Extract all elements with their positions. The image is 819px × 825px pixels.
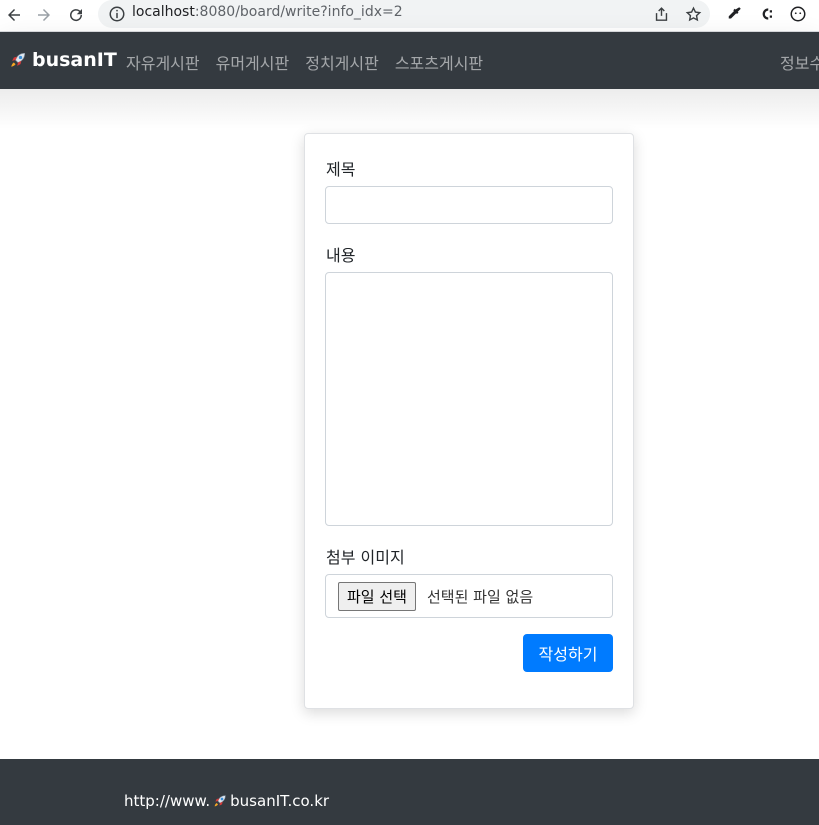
footer-url-suffix: busanIT.co.kr <box>230 792 330 810</box>
rocket-icon <box>214 795 226 807</box>
brand-logo[interactable]: busanIT <box>8 49 117 71</box>
site-info-icon[interactable] <box>108 5 126 23</box>
content-textarea[interactable] <box>325 272 613 526</box>
image-file-input[interactable]: 파일 선택 선택된 파일 없음 <box>325 574 613 618</box>
brand-text: busanIT <box>32 49 117 71</box>
menu-politics-board[interactable]: 정치게시판 <box>305 50 379 74</box>
navbar-shadow <box>0 89 819 129</box>
title-input[interactable] <box>325 186 613 224</box>
file-status-text: 선택된 파일 없음 <box>427 588 534 606</box>
share-icon[interactable] <box>650 3 672 25</box>
browser-toolbar: localhost:8080/board/write?info_idx=2 <box>0 0 819 32</box>
extension-icon[interactable] <box>755 3 777 25</box>
site-navbar: busanIT 자유게시판 유머게시판 정치게시판 스포츠게시판 정보수 <box>0 32 819 89</box>
eyedropper-icon[interactable] <box>723 3 745 25</box>
title-label: 제목 <box>326 160 356 179</box>
footer-url-prefix: http://www. <box>124 792 211 810</box>
reload-icon[interactable] <box>64 3 88 27</box>
address-bar[interactable]: localhost:8080/board/write?info_idx=2 <box>98 0 710 28</box>
submit-button[interactable]: 작성하기 <box>523 634 613 672</box>
site-footer: http://www. busanIT.co.kr <box>0 759 819 825</box>
profile-icon[interactable] <box>787 3 809 25</box>
url-path: :8080/board/write?info_idx=2 <box>194 4 403 20</box>
footer-url: http://www. busanIT.co.kr <box>124 792 329 810</box>
image-label: 첨부 이미지 <box>326 548 405 567</box>
menu-sports-board[interactable]: 스포츠게시판 <box>395 50 483 74</box>
content-label: 내용 <box>326 246 356 265</box>
menu-free-board[interactable]: 자유게시판 <box>126 50 200 74</box>
url-host: localhost <box>132 4 195 20</box>
rocket-icon <box>11 52 26 67</box>
choose-file-button[interactable]: 파일 선택 <box>338 582 416 611</box>
forward-icon[interactable] <box>32 3 56 27</box>
bookmark-star-icon[interactable] <box>682 3 704 25</box>
write-form-card: 제목 내용 첨부 이미지 파일 선택 선택된 파일 없음 작성하기 <box>304 133 634 709</box>
url-text: localhost:8080/board/write?info_idx=2 <box>132 4 403 20</box>
main-menu: 자유게시판 유머게시판 정치게시판 스포츠게시판 <box>126 50 483 74</box>
back-icon[interactable] <box>2 3 26 27</box>
menu-humor-board[interactable]: 유머게시판 <box>216 50 290 74</box>
menu-user-info[interactable]: 정보수 <box>780 50 819 74</box>
